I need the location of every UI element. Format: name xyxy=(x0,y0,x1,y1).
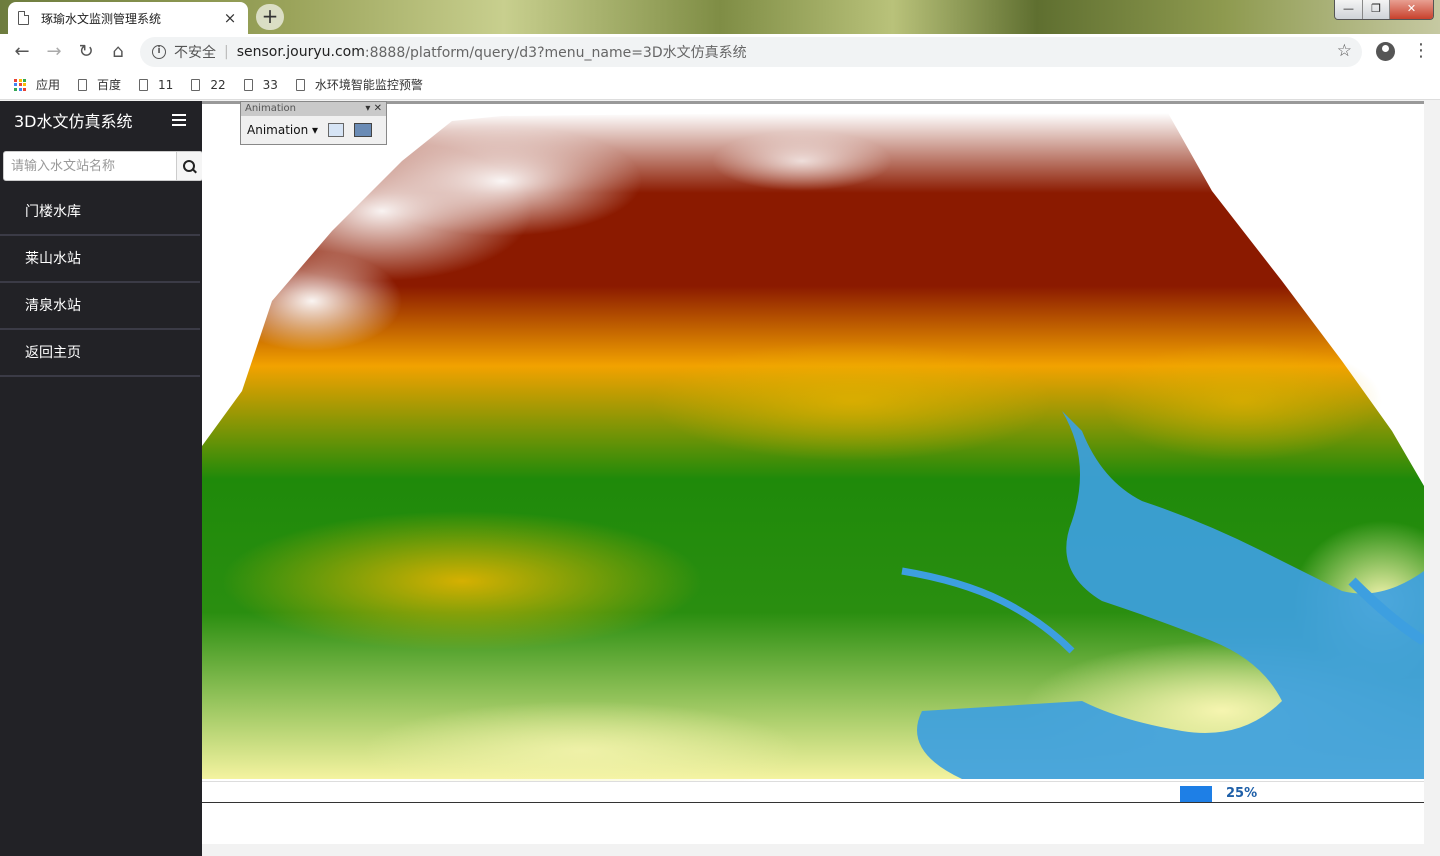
sidebar-item-laishan-station[interactable]: 莱山水站 xyxy=(0,236,200,283)
terrain-3d-render[interactable] xyxy=(202,101,1424,801)
page-icon xyxy=(191,78,201,91)
page-icon xyxy=(243,78,253,91)
info-icon[interactable]: i xyxy=(152,45,166,59)
apps-grid-icon xyxy=(14,78,26,91)
bookmark-label: 22 xyxy=(210,77,226,92)
animation-toolbar: Animation ▾ ✕ Animation ▾ xyxy=(240,101,387,145)
video-export-icon[interactable] xyxy=(354,123,373,137)
url-host: sensor.jouryu.com xyxy=(236,44,365,60)
page-scrollbar[interactable] xyxy=(1424,101,1440,856)
simulation-viewer: Animation ▾ ✕ Animation ▾ 25% xyxy=(202,101,1424,844)
progress-percent: 25% xyxy=(1226,786,1258,801)
forward-arrow-icon[interactable]: → xyxy=(42,40,66,64)
toolbar-close-icon[interactable]: ▾ ✕ xyxy=(365,102,382,116)
page-icon xyxy=(78,78,88,91)
back-arrow-icon[interactable]: ← xyxy=(10,40,34,64)
capture-camera-icon[interactable] xyxy=(328,123,345,137)
progress-bar-fill xyxy=(1180,786,1212,802)
bookmark-33[interactable]: 33 xyxy=(243,77,278,92)
render-status-bar: 25% xyxy=(202,781,1424,803)
close-tab-icon[interactable]: × xyxy=(222,9,238,27)
search-icon[interactable] xyxy=(177,151,203,181)
bookmark-water-env[interactable]: 水环境智能监控预警 xyxy=(295,76,423,93)
sidebar-item-menglou-reservoir[interactable]: 门楼水库 xyxy=(0,189,200,236)
browser-tab[interactable]: 琢瑜水文监测管理系统 × xyxy=(8,2,248,34)
address-bar[interactable]: i 不安全 | sensor.jouryu.com :8888/platform… xyxy=(140,37,1362,67)
animation-toolbar-title: Animation xyxy=(245,103,296,114)
new-tab-button[interactable]: + xyxy=(256,4,284,30)
account-icon[interactable] xyxy=(1376,42,1395,61)
bookmark-label: 11 xyxy=(158,77,174,92)
bookmark-22[interactable]: 22 xyxy=(191,77,226,92)
sidebar-item-qingquan-station[interactable]: 清泉水站 xyxy=(0,283,200,330)
bookmark-11[interactable]: 11 xyxy=(139,78,173,92)
bookmark-label: 应用 xyxy=(36,78,61,92)
sidebar-item-return-home[interactable]: 返回主页 xyxy=(0,330,200,377)
sidebar-menu: 门楼水库 莱山水站 清泉水站 返回主页 xyxy=(0,189,200,377)
bookmark-label: 百度 xyxy=(97,78,122,92)
bookmark-label: 33 xyxy=(262,77,278,92)
home-icon[interactable]: ⌂ xyxy=(106,40,130,64)
sidebar-header: 3D水文仿真系统 xyxy=(0,101,202,139)
station-search-input[interactable] xyxy=(3,151,177,181)
animation-toolbar-titlebar[interactable]: Animation ▾ ✕ xyxy=(241,102,386,116)
bookmark-star-icon[interactable]: ☆ xyxy=(1337,41,1352,61)
address-separator: | xyxy=(224,44,229,60)
page-icon xyxy=(139,78,149,91)
bookmark-label: 水环境智能监控预警 xyxy=(314,78,423,92)
security-label: 不安全 xyxy=(174,45,216,61)
animation-controls: Animation ▾ xyxy=(241,116,386,144)
hamburger-menu-icon[interactable] xyxy=(172,114,186,126)
page-icon xyxy=(295,78,305,91)
url-path: :8888/platform/query/d3?menu_name=3D水文仿真… xyxy=(364,45,747,61)
reload-icon[interactable]: ↻ xyxy=(74,40,98,64)
maximize-button[interactable]: ❐ xyxy=(1362,0,1389,19)
browser-titlebar: 琢瑜水文监测管理系统 × + — ❐ ✕ xyxy=(0,0,1440,34)
tab-title: 琢瑜水文监测管理系统 xyxy=(41,11,162,26)
bookmark-apps[interactable]: 应用 xyxy=(14,76,60,93)
close-window-button[interactable]: ✕ xyxy=(1389,0,1433,19)
browser-toolbar: ← → ↻ ⌂ i 不安全 | sensor.jouryu.com :8888/… xyxy=(0,34,1440,70)
station-search xyxy=(3,151,203,181)
minimize-button[interactable]: — xyxy=(1335,0,1362,19)
bookmarks-bar: 应用 百度 11 22 33 水环境智能监控预警 xyxy=(0,70,1440,100)
animation-dropdown[interactable]: Animation ▾ xyxy=(247,123,318,137)
window-controls: — ❐ ✕ xyxy=(1334,0,1434,20)
app-title: 3D水文仿真系统 xyxy=(14,112,133,131)
page-icon xyxy=(18,11,29,25)
browser-menu-icon[interactable]: ⋮ xyxy=(1412,40,1430,62)
bookmark-baidu[interactable]: 百度 xyxy=(78,76,121,93)
sidebar: 3D水文仿真系统 门楼水库 莱山水站 清泉水站 返回主页 xyxy=(0,101,203,856)
